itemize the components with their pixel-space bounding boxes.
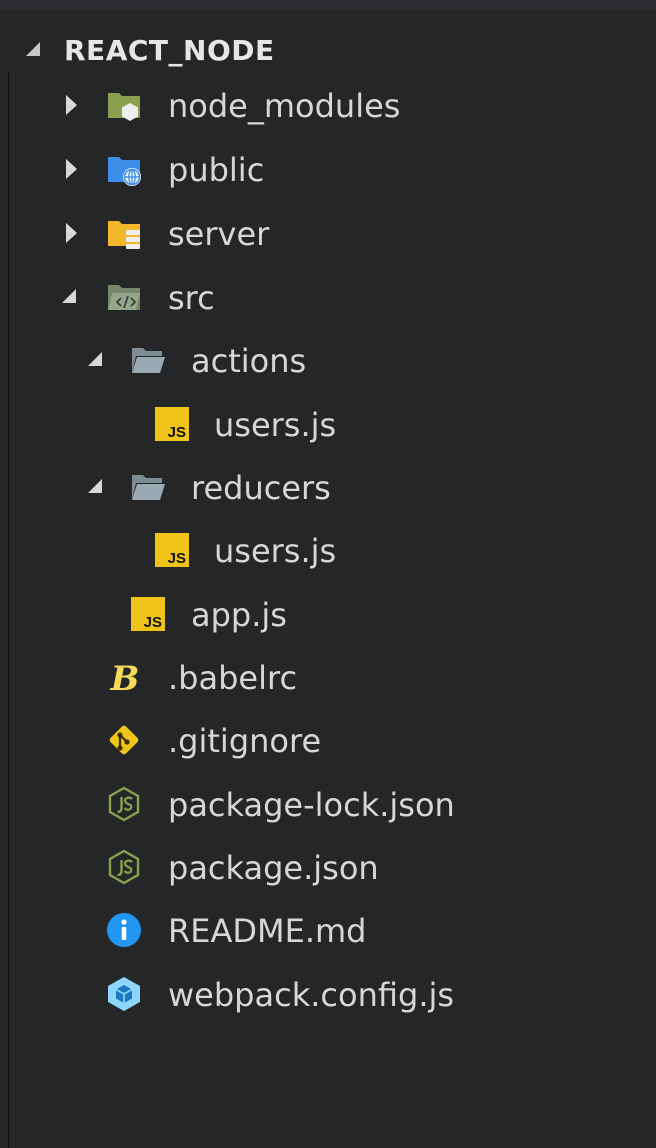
window-top-strip [0, 0, 656, 10]
tree-item-label: users.js [214, 406, 337, 444]
tree-item-actions[interactable]: actions [0, 328, 656, 392]
babel-icon: B [110, 659, 140, 695]
babel-glyph: B [110, 659, 140, 695]
nodejs-icon [108, 786, 140, 822]
tree-item-label: public [168, 151, 265, 189]
git-icon [109, 725, 139, 755]
tree-item-package-json[interactable]: package.json [0, 835, 656, 899]
tree-item-gitignore[interactable]: .gitignore [0, 708, 656, 772]
section-expand-icon[interactable] [26, 42, 40, 56]
info-icon [107, 913, 141, 947]
tree-item-babelrc[interactable]: B .babelrc [0, 645, 656, 709]
js-badge-text: JS [144, 614, 162, 631]
tree-item-reducers[interactable]: reducers [0, 455, 656, 519]
tree-item-package-lock-json[interactable]: package-lock.json [0, 772, 656, 836]
tree-item-label: package-lock.json [168, 786, 455, 824]
folder-open-icon [132, 475, 165, 500]
tree-item-public[interactable]: public [0, 137, 656, 201]
chevron-down-icon[interactable] [88, 479, 102, 493]
tree-item-label: app.js [191, 596, 287, 634]
tree-item-label: server [168, 215, 270, 253]
chevron-right-icon[interactable] [66, 223, 77, 243]
tree-item-label: actions [191, 342, 307, 380]
node-folder-icon [108, 93, 140, 121]
chevron-right-icon[interactable] [66, 159, 77, 179]
tree-item-actions-users-js[interactable]: JS users.js [0, 392, 656, 456]
tree-item-src[interactable]: src [0, 265, 656, 329]
tree-item-label: .gitignore [168, 722, 322, 760]
tree-item-label: package.json [168, 849, 379, 887]
server-folder-icon [108, 221, 140, 249]
explorer-section-header[interactable]: REACT_NODE [0, 10, 656, 72]
public-folder-icon [108, 157, 141, 186]
tree-item-label: node_modules [168, 87, 401, 125]
chevron-down-icon[interactable] [88, 352, 102, 366]
javascript-file-icon: JS [155, 407, 189, 441]
tree-item-readme-md[interactable]: README.md [0, 898, 656, 962]
js-badge-text: JS [168, 424, 186, 441]
tree-item-server[interactable]: server [0, 201, 656, 265]
section-title: REACT_NODE [64, 34, 275, 67]
tree-item-label: users.js [214, 532, 337, 570]
tree-item-label: .babelrc [168, 659, 298, 697]
tree-item-label: src [168, 279, 215, 317]
javascript-file-icon: JS [155, 533, 189, 567]
chevron-right-icon[interactable] [66, 95, 77, 115]
javascript-file-icon: JS [131, 597, 165, 631]
tree-item-label: webpack.config.js [168, 976, 455, 1014]
tree-item-node-modules[interactable]: node_modules [0, 73, 656, 137]
webpack-icon [108, 977, 140, 1011]
js-badge-text: JS [168, 550, 186, 567]
tree-item-label: README.md [168, 912, 367, 950]
tree-item-label: reducers [191, 469, 331, 507]
chevron-down-icon[interactable] [62, 289, 76, 303]
tree-item-reducers-users-js[interactable]: JS users.js [0, 518, 656, 582]
nodejs-icon [108, 849, 140, 885]
src-folder-icon [108, 285, 140, 310]
tree-item-app-js[interactable]: JS app.js [0, 582, 656, 646]
tree-item-webpack-config-js[interactable]: webpack.config.js [0, 962, 656, 1026]
folder-open-icon [132, 348, 165, 373]
